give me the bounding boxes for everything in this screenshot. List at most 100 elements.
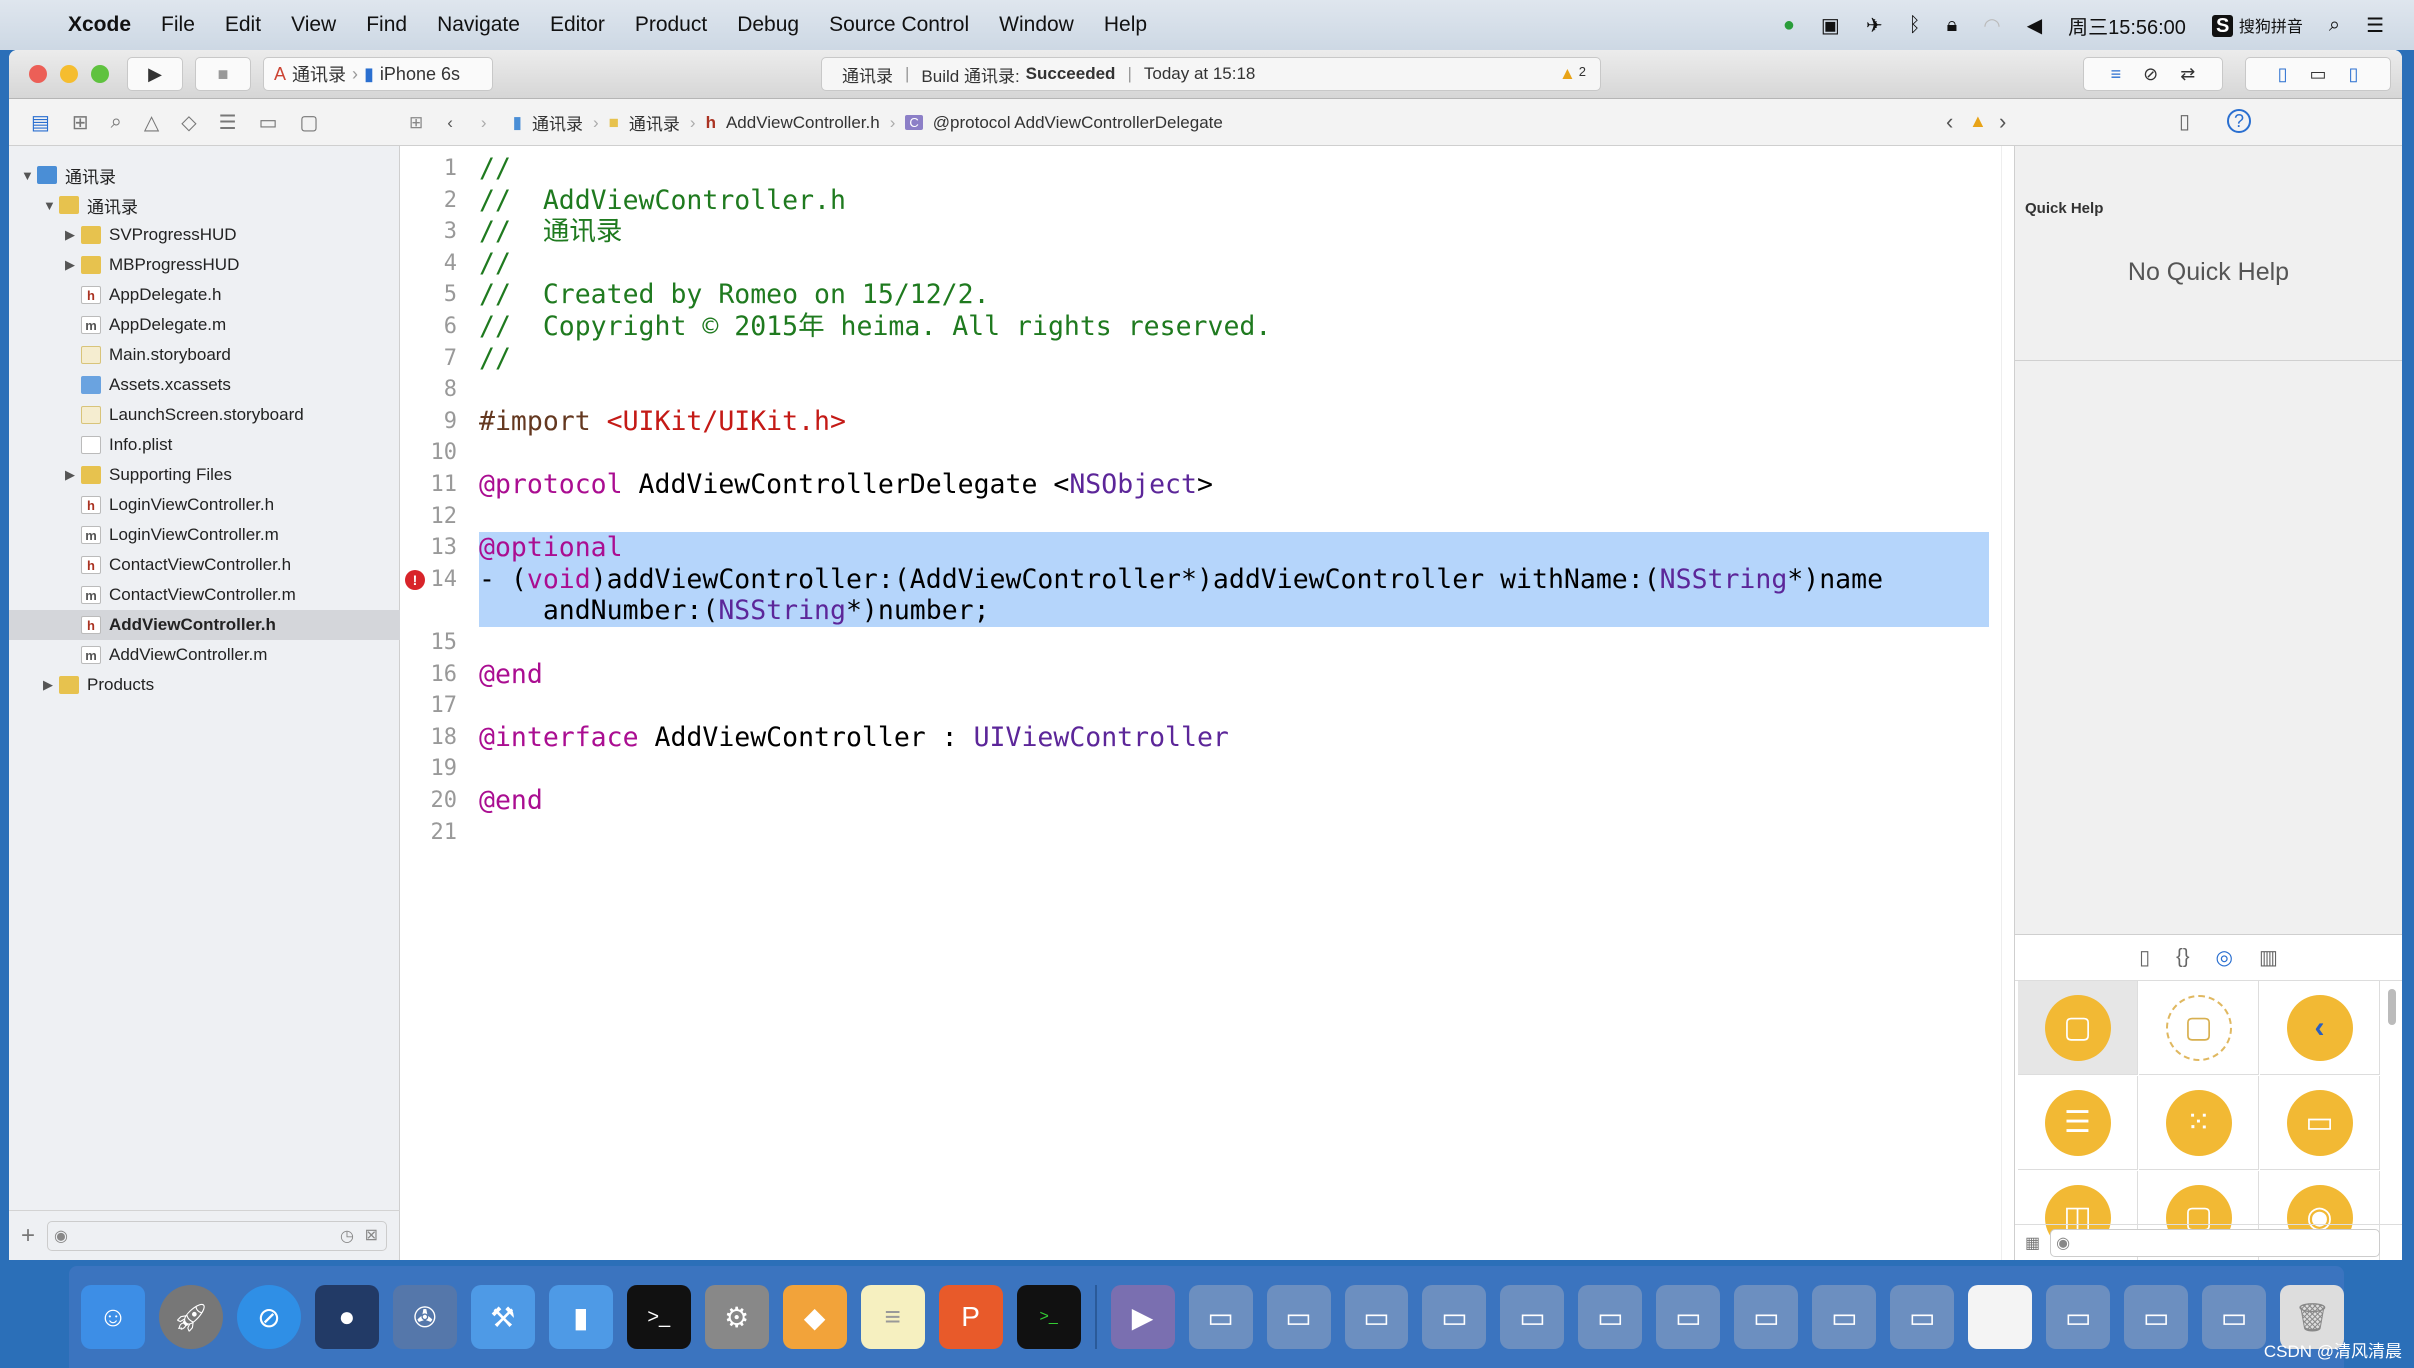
scm-filter-icon[interactable]: ⊠ (365, 1225, 378, 1245)
jump-item-symbol[interactable]: @protocol AddViewControllerDelegate (933, 113, 1223, 133)
code-line[interactable]: 2 // AddViewController.h (401, 185, 1981, 217)
jump-item-project[interactable]: 通讯录 (532, 110, 583, 135)
debug-navigator-icon[interactable]: ☰ (219, 110, 237, 135)
disclosure-triangle-icon[interactable]: ▶ (65, 467, 81, 483)
navigator-item[interactable]: m AddViewController.m (9, 640, 400, 670)
navigator-item[interactable]: h AppDelegate.h (9, 280, 400, 310)
bluetooth-icon[interactable]: ᛒ (1909, 14, 1921, 37)
code-line[interactable]: 6 // Copyright © 2015年 heima. All rights … (401, 311, 1981, 343)
report-navigator-icon[interactable]: ▢ (300, 110, 319, 135)
simulator-icon[interactable]: ▮ (548, 1285, 613, 1349)
library-item-collection-view-controller[interactable]: ⁙ (2139, 1076, 2259, 1170)
issue-warning-icon[interactable]: ▲ (1969, 111, 1987, 132)
code-line[interactable]: 16 @end (401, 659, 1981, 691)
code-snippet-library-icon[interactable]: {} (2176, 946, 2189, 969)
library-item-view-controller[interactable]: ▢ (2018, 981, 2138, 1075)
menu-app[interactable]: Xcode (68, 13, 131, 37)
minimized-window-icon[interactable]: ▭ (1500, 1285, 1565, 1349)
code-line[interactable]: 14! - (void)addViewController:(AddViewCon… (401, 564, 1981, 596)
code-line[interactable]: 13 @optional (401, 532, 1981, 564)
assistant-editor-icon[interactable]: ⊘ (2143, 64, 2158, 85)
minimized-window-icon[interactable]: ▭ (1188, 1285, 1253, 1349)
code-line[interactable]: 9 #import <UIKit/UIKit.h> (401, 406, 1981, 438)
grid-view-icon[interactable]: ▦ (2025, 1233, 2040, 1253)
standard-editor-icon[interactable]: ≡ (2111, 64, 2122, 85)
menu-source-control[interactable]: Source Control (829, 13, 969, 37)
code-line[interactable]: 10 (401, 437, 1981, 469)
navigator-filter-input[interactable]: ◉ ◷ ⊠ (47, 1220, 388, 1251)
menu-edit[interactable]: Edit (225, 13, 261, 37)
close-button[interactable] (29, 65, 47, 83)
minimized-window-icon[interactable]: ▭ (1656, 1285, 1721, 1349)
line-number[interactable]: 8 (401, 374, 457, 406)
minimized-window-icon[interactable] (1968, 1285, 2033, 1349)
media-player-icon[interactable]: ▶ (1110, 1285, 1175, 1349)
camera-icon[interactable]: ▣ (1821, 13, 1840, 38)
object-library-icon[interactable]: ◎ (2216, 945, 2233, 970)
line-number[interactable]: 6 (401, 311, 457, 343)
navigator-item[interactable]: h AddViewController.h (9, 610, 400, 640)
library-item-navigation-controller[interactable]: ‹ (2260, 981, 2380, 1075)
menu-product[interactable]: Product (635, 13, 707, 37)
navigator-item[interactable]: m ContactViewController.m (9, 580, 400, 610)
breakpoint-navigator-icon[interactable]: ▭ (259, 110, 278, 135)
minimized-window-icon[interactable]: ▭ (1812, 1285, 1877, 1349)
toggle-debug-area-icon[interactable]: ▭ (2309, 64, 2326, 85)
code-line[interactable]: 17 (401, 690, 1981, 722)
related-items-icon[interactable]: ⊞ (409, 113, 423, 133)
back-button[interactable]: ‹ (447, 113, 453, 133)
code-line[interactable]: 7 // (401, 343, 1981, 375)
line-number[interactable]: 2 (401, 185, 457, 217)
airplane-icon[interactable]: ✈ (1866, 13, 1883, 38)
disclosure-triangle-icon[interactable]: ▶ (65, 227, 81, 243)
version-editor-icon[interactable]: ⇄ (2180, 64, 2195, 85)
terminal-icon[interactable]: >_ (626, 1285, 691, 1349)
navigator-item[interactable]: Main.storyboard (9, 340, 400, 370)
menu-view[interactable]: View (291, 13, 336, 37)
file-inspector-icon[interactable]: ▯ (2179, 109, 2190, 134)
minimize-button[interactable] (60, 65, 78, 83)
imovie-icon[interactable]: ✇ (392, 1285, 457, 1349)
xcode-icon[interactable]: ⚒ (470, 1285, 535, 1349)
minimized-window-icon[interactable]: ▭ (1734, 1285, 1799, 1349)
code-line[interactable]: 4 // (401, 248, 1981, 280)
editor-scrollbar[interactable] (2001, 146, 2013, 1260)
recent-files-icon[interactable]: ◷ (340, 1226, 354, 1246)
navigator-item[interactable]: ▶ Supporting Files (9, 460, 400, 490)
library-scrollbar[interactable] (2388, 989, 2396, 1025)
clock[interactable]: 周三15:56:00 (2068, 11, 2186, 40)
jump-item-group[interactable]: 通讯录 (629, 110, 680, 135)
app-status-icon[interactable]: ● (1783, 14, 1795, 37)
code-line[interactable]: 1 // (401, 153, 1981, 185)
jump-item-file[interactable]: AddViewController.h (726, 113, 880, 133)
code-line[interactable]: 5 // Created by Romeo on 15/12/2. (401, 279, 1981, 311)
add-icon[interactable]: + (21, 1222, 35, 1250)
line-number[interactable]: 12 (401, 501, 458, 533)
line-number[interactable]: 20 (401, 785, 458, 817)
powerpoint-icon[interactable]: P (938, 1285, 1003, 1349)
previous-issue-button[interactable]: ‹ (1946, 109, 1953, 135)
toggle-utilities-icon[interactable]: ▯ (2349, 64, 2359, 85)
menu-help[interactable]: Help (1104, 13, 1147, 37)
line-number[interactable]: 3 (401, 216, 457, 248)
disclosure-triangle-icon[interactable]: ▼ (43, 198, 59, 213)
menu-debug[interactable]: Debug (737, 13, 799, 37)
launchpad-icon[interactable]: 🚀︎ (158, 1285, 223, 1349)
lock-icon[interactable]: 🔒︎ (1947, 14, 1958, 37)
forward-button[interactable]: › (481, 113, 487, 133)
minimized-window-icon[interactable]: ▭ (1890, 1285, 1955, 1349)
library-item-tab-bar-controller[interactable]: ▭ (2260, 1076, 2380, 1170)
menu-navigate[interactable]: Navigate (437, 13, 520, 37)
toggle-navigator-icon[interactable]: ▯ (2278, 64, 2288, 85)
finder-icon[interactable]: ☺ (81, 1285, 145, 1349)
line-number[interactable]: 11 (401, 469, 458, 501)
file-template-library-icon[interactable]: ▯ (2139, 945, 2150, 970)
sketch-icon[interactable]: ◆ (782, 1285, 847, 1349)
disclosure-triangle-icon[interactable]: ▶ (43, 677, 59, 693)
media-library-icon[interactable]: ▥ (2259, 945, 2278, 970)
scheme-selector[interactable]: A 通讯录 › ▮ iPhone 6s (263, 57, 493, 91)
navigator-item[interactable]: ▼ 通讯录 (9, 190, 400, 220)
error-icon[interactable]: ! (405, 569, 425, 590)
code-line[interactable]: 20 @end (401, 785, 1981, 817)
minimized-window-icon[interactable]: ▭ (1578, 1285, 1643, 1349)
